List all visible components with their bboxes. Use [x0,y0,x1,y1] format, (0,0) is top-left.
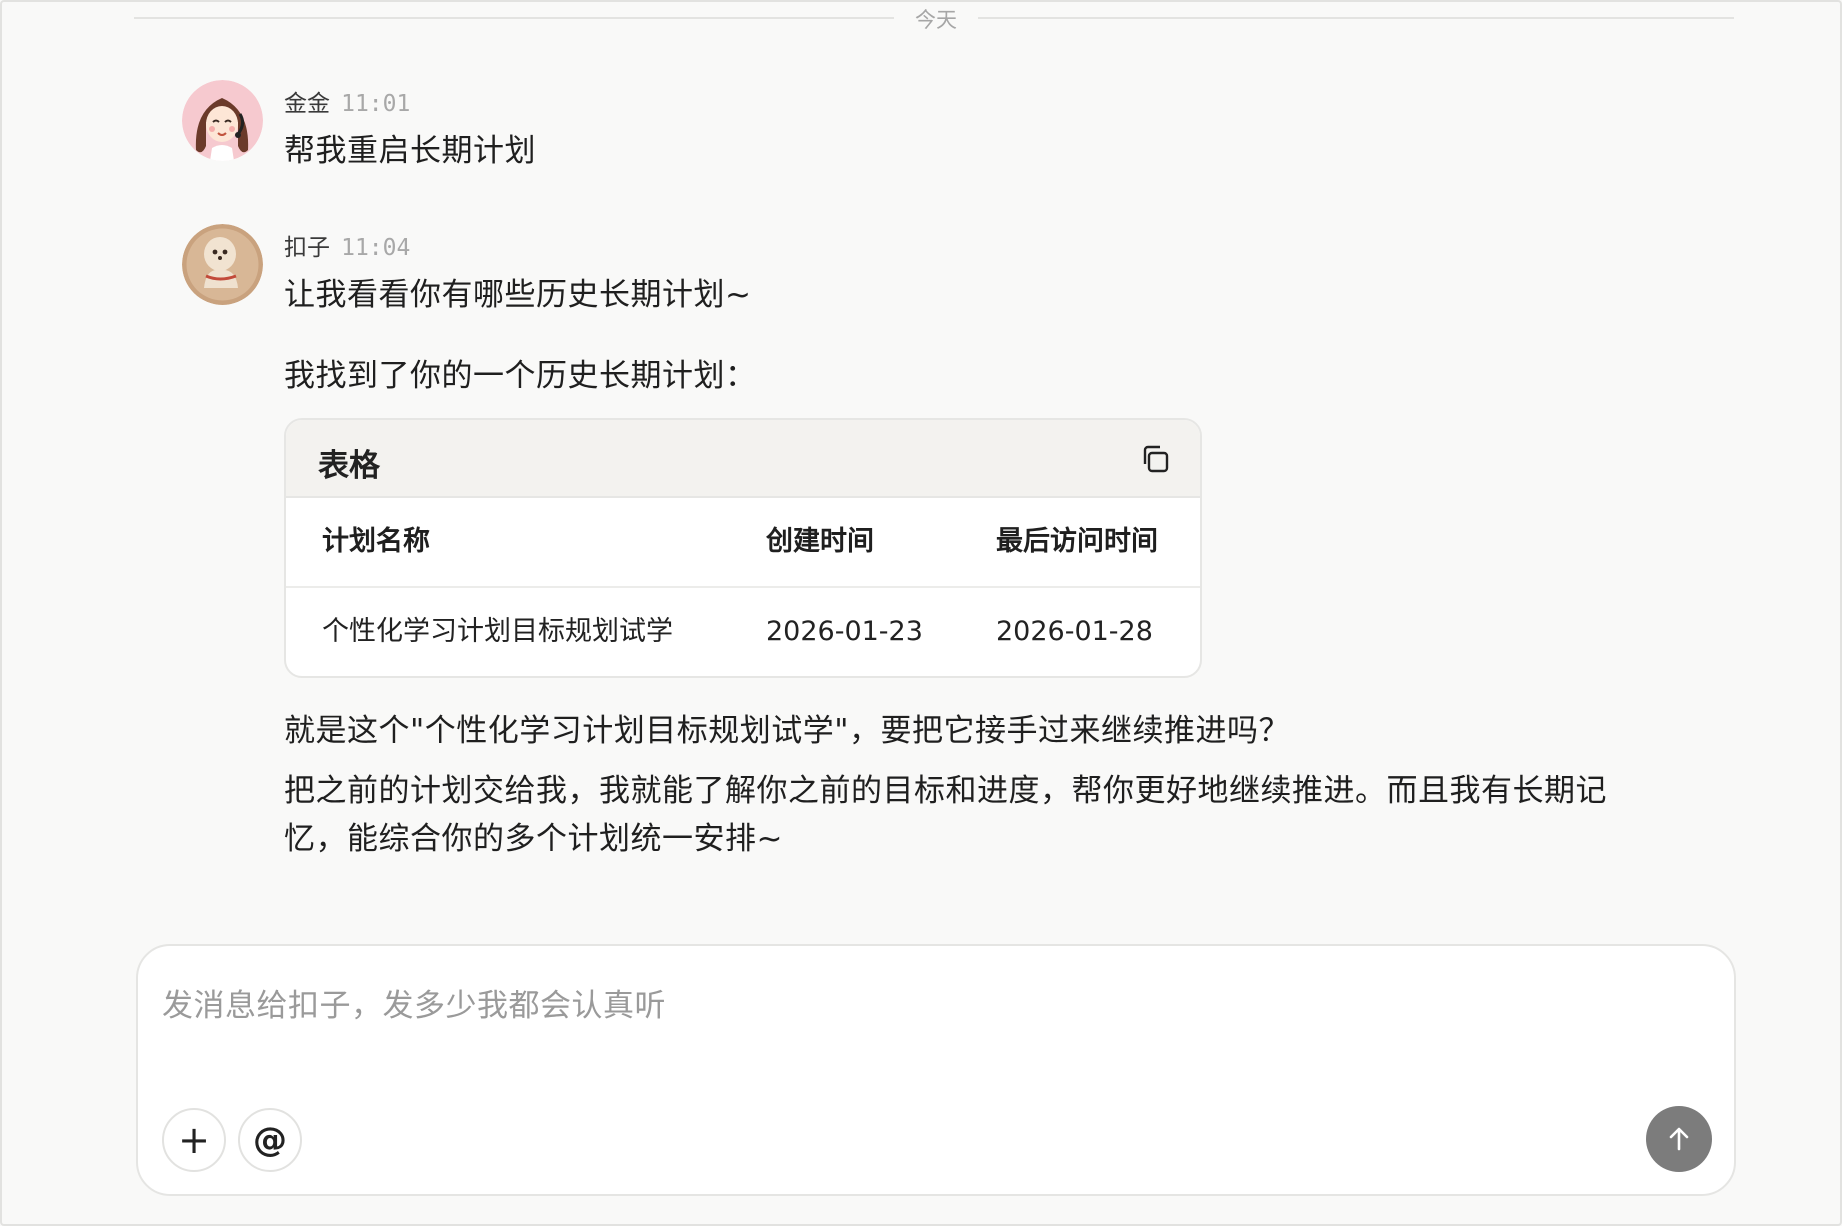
mention-button[interactable]: @ [238,1108,302,1172]
message-meta: 金金 11:01 [284,84,410,118]
table-column-header: 计划名称 [322,526,430,557]
message-text: 帮我重启长期计划 [284,133,536,169]
divider-line-right [978,17,1734,19]
table-column-header: 最后访问时间 [996,526,1158,557]
plan-table-card: 表格 计划名称 创建时间 最后访问时间 个性化学习计划目标规划试学 2026-0… [284,418,1202,678]
message-time: 11:04 [341,235,411,261]
table-card-title: 表格 [318,448,380,484]
plus-icon: + [178,1118,210,1162]
send-button[interactable] [1646,1106,1712,1172]
table-card-header: 表格 [286,420,1200,498]
table-cell-last-visit: 2026-01-28 [996,616,1153,647]
chat-window: 今天 金金 11:01 帮我重启长期计划 扣子 11:04 让我看看你有哪些历史… [0,0,1842,1226]
message-text: 就是这个"个性化学习计划目标规划试学"，要把它接手过来继续推进吗？ [284,713,1291,749]
date-divider: 今天 [134,2,1734,32]
message-composer[interactable]: 发消息给扣子，发多少我都会认真听 + @ [136,944,1736,1196]
message-text: 我找到了你的一个历史长期计划： [284,358,757,394]
user-avatar-icon[interactable] [182,80,263,161]
arrow-up-icon [1669,1127,1689,1151]
table-column-header: 创建时间 [766,526,874,557]
divider-line-left [134,17,894,19]
message-text: 忆，能综合你的多个计划统一安排~ [284,821,783,857]
message-input[interactable]: 发消息给扣子，发多少我都会认真听 [162,980,666,1025]
date-divider-label: 今天 [915,8,957,32]
at-icon: @ [253,1120,287,1160]
table-header-row: 计划名称 创建时间 最后访问时间 [286,498,1200,588]
message-time: 11:01 [341,91,411,117]
copy-icon[interactable] [1138,442,1172,476]
sender-name: 扣子 [284,235,330,261]
message-meta: 扣子 11:04 [284,228,410,262]
bot-avatar-icon[interactable] [182,224,263,305]
message-text: 让我看看你有哪些历史长期计划~ [284,277,752,313]
sender-name: 金金 [284,91,330,117]
message-text: 把之前的计划交给我，我就能了解你之前的目标和进度，帮你更好地继续推进。而且我有长… [284,773,1607,809]
table-cell-plan-name: 个性化学习计划目标规划试学 [322,616,673,647]
table-row: 个性化学习计划目标规划试学 2026-01-23 2026-01-28 [286,588,1200,676]
table-cell-created: 2026-01-23 [766,616,923,647]
add-attachment-button[interactable]: + [162,1108,226,1172]
